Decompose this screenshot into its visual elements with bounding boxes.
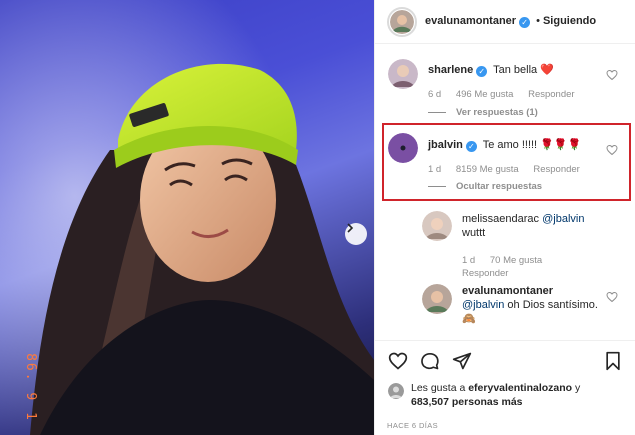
comment-username[interactable]: evalunamontaner — [462, 285, 553, 297]
post-photo[interactable]: 86. 9 1 — [0, 0, 374, 435]
post-timestamp[interactable]: HACE 6 DÍAS — [387, 421, 438, 430]
comment-text: Tan bella — [493, 64, 538, 76]
comment-time: 1 d — [462, 255, 476, 266]
commenter-avatar[interactable] — [422, 284, 452, 314]
commenter-avatar[interactable] — [388, 59, 418, 89]
view-replies-button[interactable]: Ver respuestas (1) — [428, 107, 538, 118]
bookmark-icon[interactable] — [603, 351, 623, 371]
comment-body: melissaendarac @jbalvin wuttt — [462, 212, 612, 240]
likes-prefix: Les gusta a — [411, 382, 466, 394]
likes-conjunction: y — [575, 382, 581, 394]
comment-meta: 1 d 70 Me gusta Responder — [462, 254, 602, 280]
comment-icon[interactable] — [420, 351, 440, 371]
comment-emoji: 🙈 — [462, 313, 476, 325]
separator: • — [536, 15, 540, 27]
heart-icon[interactable] — [606, 69, 618, 81]
post-header: evalunamontaner ✓ • Siguiendo — [375, 0, 635, 44]
comment-likes[interactable]: 70 Me gusta — [490, 255, 542, 266]
verified-icon: ✓ — [519, 17, 531, 28]
selfie-illustration — [0, 0, 374, 435]
date-stamp: 86. 9 1 — [22, 353, 38, 422]
mention-link[interactable]: @jbalvin — [542, 213, 584, 225]
likes-others[interactable]: personas más — [452, 396, 523, 408]
heart-icon[interactable] — [606, 291, 618, 303]
comment-text: oh Dios santísimo. — [507, 299, 598, 311]
chevron-right-icon — [347, 223, 354, 233]
author-avatar[interactable] — [387, 6, 417, 37]
comment-username[interactable]: melissaendarac — [462, 213, 539, 225]
comment: sharlene ✓ Tan bella ❤️ 6 d 496 Me gusta … — [375, 57, 635, 118]
likes-user[interactable]: eferyvalentinalozano — [468, 382, 572, 394]
next-photo-button[interactable] — [345, 223, 367, 245]
comment-text: wuttt — [462, 227, 486, 239]
reply-button[interactable]: Responder — [462, 268, 508, 279]
liker-avatar[interactable] — [388, 383, 404, 399]
share-icon[interactable] — [452, 351, 472, 371]
commenter-avatar[interactable] — [422, 211, 452, 241]
highlight-box — [382, 123, 631, 201]
comment-meta: 6 d 496 Me gusta Responder — [428, 89, 587, 100]
reply: evalunamontaner @jbalvin oh Dios santísi… — [375, 282, 635, 332]
likes-count[interactable]: 683,507 — [411, 396, 449, 408]
comment-emoji: ❤️ — [540, 64, 554, 76]
follow-status[interactable]: Siguiendo — [543, 15, 596, 27]
likes-summary: Les gusta a eferyvalentinalozano y 683,5… — [411, 381, 626, 409]
comment-username[interactable]: sharlene — [428, 64, 473, 76]
post-sidebar: evalunamontaner ✓ • Siguiendo sharlene ✓ Tan… — [374, 0, 635, 435]
comment-body: evalunamontaner @jbalvin oh Dios santísi… — [462, 284, 602, 326]
mention-link[interactable]: @jbalvin — [462, 299, 504, 311]
instagram-post-viewer: 86. 9 1 evalunamontaner ✓ • Siguiendo sh… — [0, 0, 635, 435]
like-heart-icon[interactable] — [388, 351, 408, 371]
author-username[interactable]: evalunamontaner — [425, 15, 516, 27]
post-actions: Les gusta a eferyvalentinalozano y 683,5… — [375, 340, 635, 435]
comment-time: 6 d — [428, 89, 442, 100]
comment-body: sharlene ✓ Tan bella ❤️ — [428, 63, 554, 77]
comment-likes[interactable]: 496 Me gusta — [456, 89, 514, 100]
verified-icon: ✓ — [476, 66, 488, 77]
reply: melissaendarac @jbalvin wuttt 1 d 70 Me … — [375, 208, 635, 280]
reply-button[interactable]: Responder — [528, 89, 574, 100]
